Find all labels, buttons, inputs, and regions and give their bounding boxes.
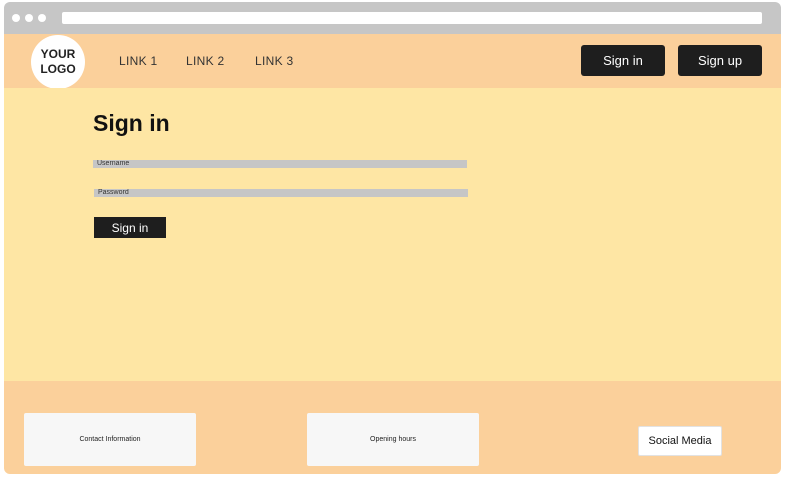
address-bar[interactable] — [62, 12, 762, 24]
browser-window: YOUR LOGO LINK 1 LINK 2 LINK 3 Sign in S… — [4, 2, 781, 474]
nav-link-3[interactable]: LINK 3 — [255, 54, 294, 68]
window-dot-icon — [12, 14, 20, 22]
social-media-button[interactable]: Social Media — [638, 426, 722, 456]
opening-hours-box: Opening hours — [307, 413, 479, 466]
page-title: Sign in — [93, 110, 170, 136]
window-dot-icon — [25, 14, 33, 22]
logo[interactable]: YOUR LOGO — [31, 35, 85, 89]
nav-link-2[interactable]: LINK 2 — [186, 54, 225, 68]
contact-information-box: Contact Information — [24, 413, 196, 466]
window-dot-icon — [38, 14, 46, 22]
main-content: Sign in Sign in — [4, 88, 781, 381]
header-sign-in-button[interactable]: Sign in — [581, 45, 665, 76]
logo-text: YOUR LOGO — [40, 47, 76, 76]
site-header: YOUR LOGO LINK 1 LINK 2 LINK 3 Sign in S… — [4, 34, 781, 89]
password-field[interactable] — [94, 189, 468, 197]
header-sign-up-button[interactable]: Sign up — [678, 45, 762, 76]
site-footer: Contact Information Opening hours Social… — [4, 381, 781, 474]
browser-chrome — [4, 2, 781, 34]
username-field[interactable] — [93, 160, 467, 168]
sign-in-submit-button[interactable]: Sign in — [94, 217, 166, 238]
nav-link-1[interactable]: LINK 1 — [119, 54, 158, 68]
